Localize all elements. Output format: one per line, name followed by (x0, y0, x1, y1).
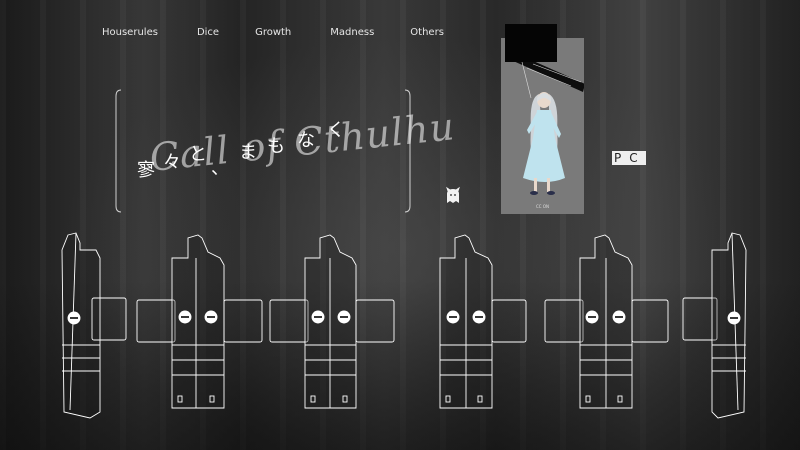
nav-growth[interactable]: Growth (255, 27, 291, 38)
blurred-station-background (0, 0, 800, 450)
title-char: 寥 (137, 160, 155, 181)
title-char: く (327, 120, 345, 141)
title-char: な (297, 130, 315, 151)
nav-madness[interactable]: Madness (330, 27, 374, 38)
gate-1-stop-icon[interactable] (67, 311, 81, 325)
gate-2-stop-icon-left[interactable] (178, 310, 192, 324)
title-char: も (267, 136, 285, 157)
ghost-mascot-icon[interactable] (443, 186, 463, 206)
gate-5-stop-icon-right[interactable] (612, 310, 626, 324)
gate-5-stop-icon-left[interactable] (585, 310, 599, 324)
nav-dice[interactable]: Dice (197, 27, 219, 38)
gate-2-stop-icon-right[interactable] (204, 310, 218, 324)
top-navigation: Houserules Dice Growth Madness Others (102, 27, 444, 38)
nav-others[interactable]: Others (410, 27, 444, 38)
character-card[interactable]: CC ON (501, 38, 585, 214)
title-char: 、 (211, 158, 229, 179)
gate-3-stop-icon-left[interactable] (311, 310, 325, 324)
gate-4-stop-icon-left[interactable] (446, 310, 460, 324)
nav-houserules[interactable]: Houserules (102, 27, 158, 38)
card-caption: CC ON (536, 204, 549, 209)
card-night-backdrop (505, 24, 557, 62)
title-logo: Call of Cthulhu 寥 々 と 、 ま も な く (113, 88, 457, 214)
title-char: と (189, 144, 207, 165)
pc-button[interactable]: PC (612, 151, 646, 165)
character-illustration (511, 52, 585, 195)
gate-3-stop-icon-right[interactable] (337, 310, 351, 324)
title-char: 々 (163, 152, 181, 173)
title-char: ま (239, 142, 257, 163)
gate-4-stop-icon-right[interactable] (472, 310, 486, 324)
title-japanese: 寥 々 と 、 ま も な く (137, 120, 345, 182)
gate-6-stop-icon[interactable] (727, 311, 741, 325)
